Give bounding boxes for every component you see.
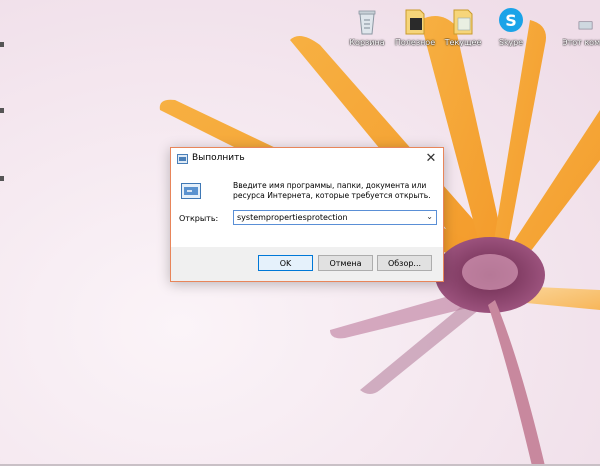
dialog-title: Выполнить: [192, 153, 245, 163]
dialog-footer: OK Отмена Обзор...: [171, 247, 443, 281]
folder-icon: [405, 9, 425, 35]
desktop-icon-label: Этот комп...: [562, 38, 600, 47]
desktop-icon-this-pc[interactable]: Этот комп...: [562, 6, 600, 47]
run-dialog: Выполнить ✕ Введите имя программы, папки…: [170, 147, 444, 282]
skype-icon: S: [499, 8, 523, 32]
close-button[interactable]: ✕: [419, 148, 443, 170]
edge-marker: [0, 176, 4, 181]
dialog-description: Введите имя программы, папки, документа …: [233, 181, 431, 200]
desktop-icon-label: Полезное: [394, 38, 436, 47]
edge-marker: [0, 42, 4, 47]
desktop-icon-recycle-bin[interactable]: Корзина: [340, 6, 394, 47]
desktop-icon-label: Текущее: [444, 38, 482, 47]
edge-marker: [0, 108, 4, 113]
open-label: Открыть:: [179, 214, 219, 223]
open-combobox[interactable]: systempropertiesprotection ⌄: [233, 210, 437, 225]
chevron-down-icon[interactable]: ⌄: [426, 212, 433, 221]
dialog-titlebar[interactable]: Выполнить ✕: [171, 148, 443, 170]
run-program-icon: [181, 183, 201, 199]
ok-button[interactable]: OK: [258, 255, 313, 271]
folder-icon: [453, 9, 473, 35]
desktop-icon-skype[interactable]: S Skype: [484, 6, 538, 47]
run-app-icon: [177, 154, 188, 164]
svg-text:S: S: [505, 11, 517, 30]
browse-button[interactable]: Обзор...: [377, 255, 432, 271]
computer-icon: [578, 21, 593, 30]
dialog-body: Введите имя программы, папки, документа …: [171, 170, 443, 247]
cancel-button[interactable]: Отмена: [318, 255, 373, 271]
desktop-icon-label: Skype: [498, 38, 524, 47]
desktop-icon-folder-current[interactable]: Текущее: [436, 6, 490, 47]
close-icon: ✕: [425, 151, 437, 166]
desktop-icon-label: Корзина: [349, 38, 385, 47]
desktop-icon-folder-useful[interactable]: Полезное: [388, 6, 442, 47]
recycle-bin-icon: [358, 10, 376, 35]
open-input[interactable]: systempropertiesprotection: [237, 213, 348, 222]
